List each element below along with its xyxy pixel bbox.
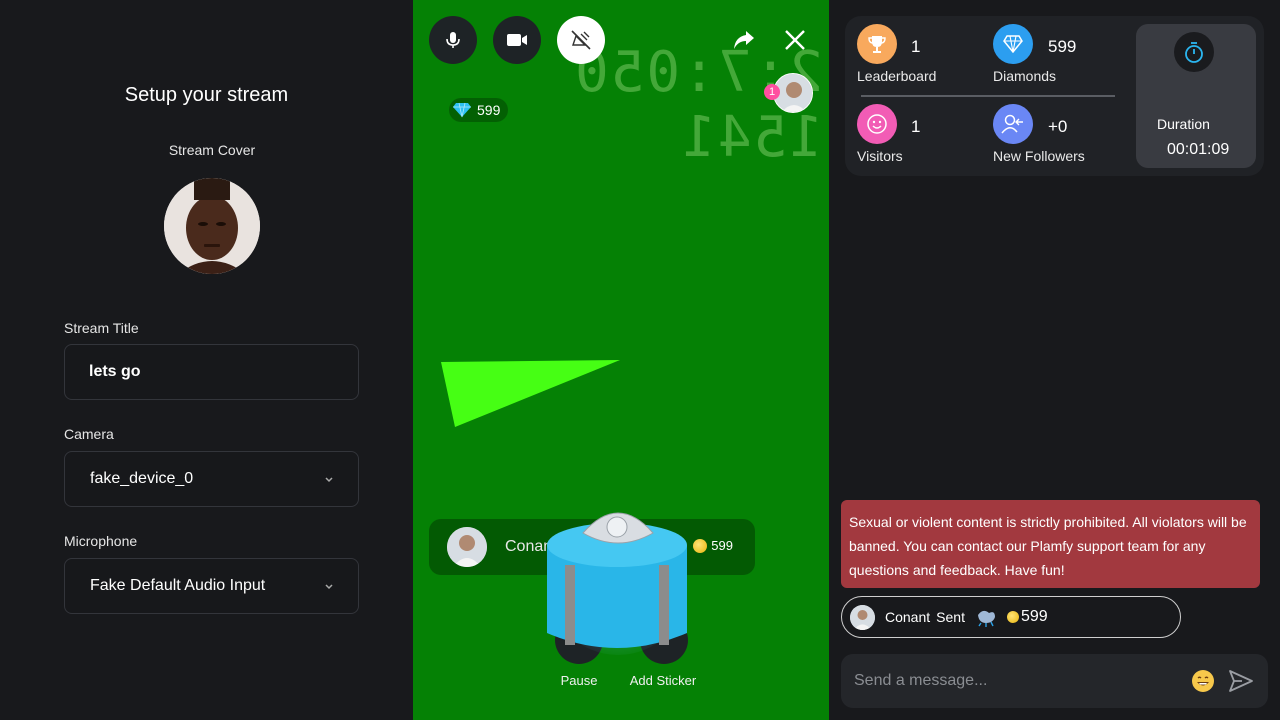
trophy-icon [868, 36, 886, 53]
cover-portrait-icon [164, 178, 260, 274]
chat-gift-amount-value: 599 [1020, 608, 1048, 625]
pause-label: Pause [560, 673, 598, 688]
chat-gift-sender: Conant [885, 609, 931, 625]
microphone-toggle-button[interactable] [429, 16, 477, 64]
share-arrow-icon [734, 31, 754, 49]
visitors-stat-icon [857, 104, 897, 144]
gift-amount-value: 599 [711, 538, 733, 553]
chat-gift-amount: 599 [1006, 608, 1048, 626]
camera-value: fake_device_0 [90, 470, 194, 487]
stream-title-label: Stream Title [64, 320, 139, 336]
stream-stats-card: 1 Leaderboard 599 Diamonds 1 Visitors +0… [845, 16, 1264, 176]
camera-label: Camera [64, 426, 114, 442]
diamonds-value: 599 [1048, 37, 1077, 56]
coin-icon [1006, 611, 1019, 623]
chevron-down-icon [325, 477, 333, 483]
chat-gift-sent-text: Sent [936, 609, 965, 625]
followers-stat-icon [993, 104, 1033, 144]
visitors-label: Visitors [857, 148, 903, 164]
chat-message-input[interactable] [854, 672, 1179, 690]
stream-title-field[interactable] [64, 344, 359, 400]
setup-title: Setup your stream [124, 84, 289, 106]
effects-off-button[interactable] [557, 16, 605, 64]
gift-amount: 599 [693, 538, 733, 553]
app-root: Setup your stream Stream Cover Stream Ti… [0, 0, 1280, 720]
gift-sender-avatar [850, 604, 875, 630]
send-icon [1229, 670, 1253, 692]
content-warning-message: Sexual or violent content is strictly pr… [841, 500, 1260, 588]
close-icon [785, 30, 805, 50]
add-sticker-label: Add Sticker [629, 673, 697, 688]
gift-sender-avatar [447, 527, 487, 567]
followers-label: New Followers [993, 148, 1085, 164]
stopwatch-icon [1185, 42, 1203, 63]
microphone-select[interactable]: Fake Default Audio Input [64, 558, 359, 614]
gift-box-animation-icon [547, 512, 688, 655]
stream-cover-label: Stream Cover [168, 142, 256, 158]
user-avatar-icon [850, 604, 875, 630]
duration-card: Duration 00:01:09 [1136, 24, 1256, 168]
microphone-value: Fake Default Audio Input [90, 577, 266, 594]
leaderboard-label: Leaderboard [857, 68, 937, 84]
duration-label: Duration [1157, 116, 1210, 132]
diamond-counter: 599 [449, 98, 509, 122]
chevron-down-icon [325, 584, 333, 590]
effects-off-icon [571, 30, 591, 50]
followers-value: +0 [1048, 117, 1068, 136]
diamond-count: 599 [477, 102, 501, 118]
video-camera-icon [507, 34, 527, 46]
stream-title-input[interactable] [89, 363, 334, 381]
camera-toggle-button[interactable] [493, 16, 541, 64]
diamonds-label: Diamonds [993, 68, 1057, 84]
send-button[interactable] [1227, 667, 1255, 695]
chat-gift-message: Conant Sent 599 [841, 596, 1181, 638]
microphone-label: Microphone [64, 533, 138, 549]
smiley-icon [867, 114, 887, 134]
diamond-icon [1003, 35, 1023, 53]
chat-input-bar [841, 654, 1268, 708]
camera-select[interactable]: fake_device_0 [64, 451, 359, 507]
leaderboard-stat-icon [857, 24, 897, 64]
close-stream-button[interactable] [781, 26, 809, 54]
leaderboard-value: 1 [911, 37, 921, 56]
diamonds-stat-icon [993, 24, 1033, 64]
green-triangle-graphic [441, 360, 620, 427]
setup-panel: Setup your stream Stream Cover Stream Ti… [0, 0, 413, 720]
emoji-icon [1192, 670, 1214, 692]
duration-value: 00:01:09 [1167, 141, 1230, 158]
diamond-icon [453, 102, 471, 118]
visitors-value: 1 [911, 117, 921, 136]
microphone-icon [446, 32, 460, 48]
share-button[interactable] [730, 26, 758, 54]
stopwatch-icon-wrapper [1174, 32, 1214, 72]
stream-preview: 2:7:050 1541 1 599 Conant 599 Pause Add … [413, 0, 829, 720]
emoji-button[interactable] [1189, 667, 1217, 695]
user-avatar-icon [447, 527, 487, 567]
stats-divider [861, 95, 1115, 97]
stats-chat-panel: 1 Leaderboard 599 Diamonds 1 Visitors +0… [829, 0, 1280, 720]
add-follower-icon [1001, 114, 1023, 134]
stream-cover-image[interactable] [164, 178, 260, 274]
coin-icon [693, 538, 708, 553]
gift-sticker-icon [977, 610, 995, 627]
viewer-count-badge: 1 [764, 84, 780, 100]
